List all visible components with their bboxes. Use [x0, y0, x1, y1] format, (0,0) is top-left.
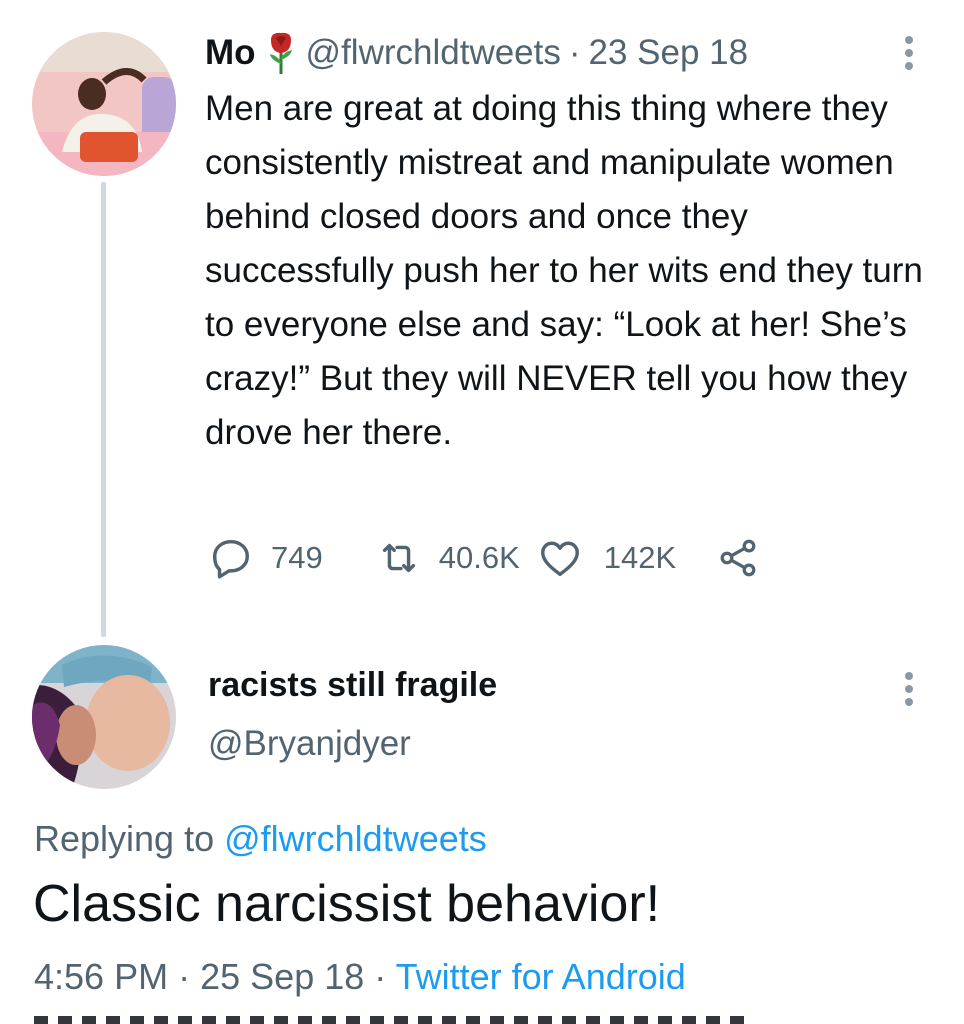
original-tweet-header: Mo @flwrchldtweets · 23 Sep 18	[205, 30, 748, 76]
reply-tweet-meta: 4:56 PM · 25 Sep 18 · Twitter for Androi…	[34, 956, 686, 998]
header-separator: ·	[568, 33, 581, 72]
cutoff-text-fragment	[34, 1016, 754, 1024]
replying-to-handle-link[interactable]: @flwrchldtweets	[224, 818, 487, 859]
thread-connector-line	[101, 182, 106, 637]
reply-time[interactable]: 4:56 PM	[34, 956, 168, 997]
share-action[interactable]	[716, 536, 760, 580]
original-tweet-text: Men are great at doing this thing where …	[205, 89, 923, 452]
reply-action[interactable]: 749	[207, 535, 323, 581]
retweet-icon	[382, 543, 415, 573]
reply-source-link[interactable]: Twitter for Android	[396, 956, 686, 997]
heart-icon	[540, 541, 579, 577]
retweet-count: 40.6K	[438, 540, 520, 575]
reply-display-name[interactable]: racists still fragile	[208, 666, 497, 705]
meta-separator-2: ·	[374, 956, 387, 997]
reply-handle[interactable]: @Bryanjdyer	[208, 724, 411, 764]
share-icon	[720, 539, 756, 577]
rose-icon	[266, 30, 296, 76]
reply-icon	[212, 539, 250, 579]
original-tweet-actions: 749 40.6K 142K	[207, 533, 760, 583]
avatar-bryanjdyer[interactable]	[32, 645, 176, 789]
reply-count: 749	[271, 540, 323, 575]
reply-tweet-text: Classic narcissist behavior!	[33, 875, 661, 933]
more-options-icon[interactable]	[904, 36, 914, 70]
like-action[interactable]: 142K	[536, 535, 676, 581]
replying-to-prefix: Replying to	[34, 818, 215, 859]
avatar-mo[interactable]	[32, 32, 176, 176]
retweet-action[interactable]: 40.6K	[375, 535, 520, 581]
avatar-mo-image	[32, 32, 176, 176]
avatar-bryanjdyer-image	[32, 645, 176, 789]
replying-to-line: Replying to @flwrchldtweets	[34, 818, 487, 860]
original-display-name[interactable]: Mo	[205, 33, 256, 73]
reply-more-options-icon[interactable]	[904, 672, 914, 706]
original-date[interactable]: 23 Sep 18	[589, 33, 749, 73]
meta-separator-1: ·	[178, 956, 191, 997]
like-count: 142K	[603, 540, 677, 575]
original-handle[interactable]: @flwrchldtweets	[306, 33, 561, 73]
reply-date[interactable]: 25 Sep 18	[200, 956, 364, 997]
